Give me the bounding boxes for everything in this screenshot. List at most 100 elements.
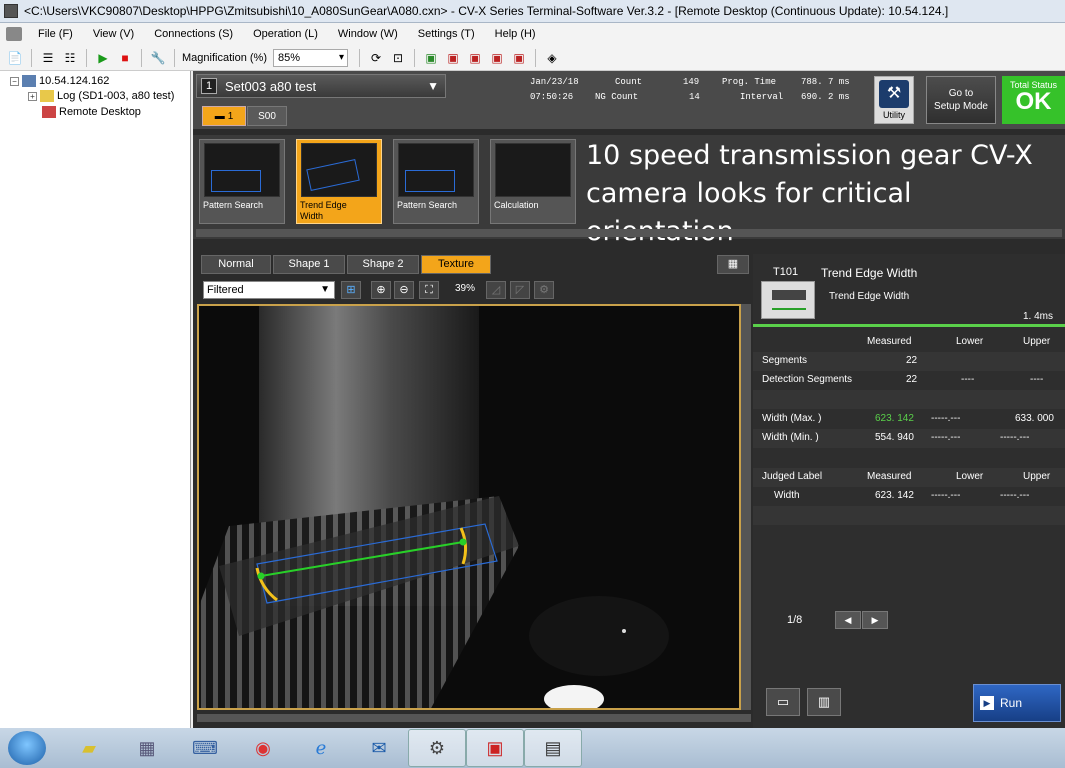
image-horizontal-scrollbar[interactable] (197, 714, 751, 722)
controller-icon[interactable]: ▤ (524, 729, 582, 767)
zoom-out-icon[interactable]: ⊖ (394, 281, 414, 299)
table-row: Width (Max. ) 623. 142 -----.--- 633. 00… (753, 410, 1065, 429)
tree-node-remote[interactable]: Remote Desktop (42, 106, 141, 118)
stop-icon[interactable]: ■ (116, 49, 134, 67)
result-header-row: Measured Lower Upper (753, 333, 1065, 352)
magnification-label: Magnification (%) (182, 51, 267, 64)
row-lower: -----.--- (931, 413, 961, 424)
view-tabs: Normal Shape 1 Shape 2 Texture ▦ (193, 253, 751, 277)
run-button[interactable]: ▶ Run (973, 684, 1061, 722)
utility-button[interactable]: ⚒ Utility (874, 76, 914, 124)
tool-label: Trend Edge Width (300, 200, 347, 221)
menu-file[interactable]: File (F) (28, 28, 83, 40)
utility-label: Utility (883, 110, 905, 120)
start-button[interactable] (8, 731, 46, 765)
sticky-notes-icon[interactable]: ▰ (60, 729, 118, 767)
menu-connections[interactable]: Connections (S) (144, 28, 243, 40)
tool-strip-scrollbar[interactable] (196, 229, 1062, 237)
setup-mode-button[interactable]: Go to Setup Mode (926, 76, 996, 124)
refresh-icon[interactable]: ⟳ (367, 49, 385, 67)
camera5-icon[interactable]: ▣ (510, 49, 528, 67)
tool-pattern-search-2[interactable]: Pattern Search (393, 139, 479, 224)
camera-image (199, 306, 739, 708)
table-row: Detection Segments 22 ---- ---- (753, 371, 1065, 390)
run-label: Run (1000, 696, 1023, 710)
tools-icon: ⚒ (879, 80, 909, 108)
play-icon[interactable]: ▶ (94, 49, 112, 67)
row-measured: 623. 142 (875, 490, 914, 501)
system-menu-icon[interactable] (6, 27, 22, 41)
row-upper: 633. 000 (1015, 413, 1054, 424)
next-page-button[interactable]: ▶ (862, 611, 888, 629)
tool-pattern-search-1[interactable]: Pattern Search (199, 139, 285, 224)
tool-calculation[interactable]: Calculation (490, 139, 576, 224)
calculator-icon[interactable]: ▦ (118, 729, 176, 767)
fit-view-icon[interactable]: ⊞ (341, 281, 361, 299)
menu-help[interactable]: Help (H) (485, 28, 546, 40)
tool-thumbnail (398, 143, 474, 197)
cvx-main-panel: 1 Set003 a80 test ▼ ▬ 1 S00 Jan/23/18 07… (193, 71, 1065, 728)
capture-icon[interactable]: ⊡ (389, 49, 407, 67)
graph-icon[interactable]: ◿ (486, 281, 506, 299)
tab-s00[interactable]: S00 (247, 106, 287, 126)
setup-mode-label: Go to Setup Mode (934, 88, 988, 112)
prev-page-button[interactable]: ◀ (835, 611, 861, 629)
set-number: 1 (201, 78, 217, 94)
outlook-icon[interactable]: ✉ (350, 729, 408, 767)
full-screen-icon[interactable]: ⛶ (419, 281, 439, 299)
row-upper: ---- (1030, 374, 1044, 385)
wrench-icon[interactable]: 🔧 (149, 49, 167, 67)
crop-icon[interactable]: ◸ (510, 281, 530, 299)
collapse-icon[interactable]: − (10, 76, 19, 86)
tree-node-root[interactable]: − 10.54.124.162 (10, 75, 109, 87)
settings-icon[interactable]: ⚙ (534, 281, 554, 299)
filter-select[interactable]: Filtered (203, 281, 335, 299)
layout-grid-icon[interactable]: ▦ (717, 255, 749, 274)
judged-header-row: Judged Label Measured Lower Upper (753, 468, 1065, 487)
menu-window[interactable]: Window (W) (328, 28, 408, 40)
tool-trend-edge-width[interactable]: Trend Edge Width (296, 139, 382, 224)
tool-thumbnail (495, 143, 571, 197)
tree-node-log[interactable]: + Log (SD1-003, a80 test) (28, 90, 174, 102)
image-vertical-scrollbar[interactable] (741, 304, 751, 710)
tab-shape-2[interactable]: Shape 2 (347, 255, 419, 274)
zoom-level: 39% (455, 283, 476, 294)
header-measured: Measured (867, 336, 912, 347)
program-set-select[interactable]: 1 Set003 a80 test ▼ (196, 74, 446, 98)
tool-subtitle: Trend Edge Width (829, 291, 910, 302)
row-measured: 554. 940 (875, 432, 914, 443)
settings-list-icon[interactable]: ☰ (39, 49, 57, 67)
header-upper: Upper (1023, 336, 1051, 347)
camera1-icon[interactable]: ▣ (422, 49, 440, 67)
page-indicator: 1/8 (787, 614, 803, 626)
tab-camera-1[interactable]: ▬ 1 (202, 106, 246, 126)
magnification-select[interactable]: 85% (272, 48, 348, 67)
remote-desktop-icon (42, 106, 56, 118)
keyboard-icon[interactable]: ⌨ (176, 729, 234, 767)
graph-view-button[interactable]: ▥ (807, 688, 841, 716)
new-connection-icon[interactable]: 📄 (6, 49, 24, 67)
chrome-icon[interactable]: ◉ (234, 729, 292, 767)
camera2-icon[interactable]: ▣ (444, 49, 462, 67)
menu-settings[interactable]: Settings (T) (408, 28, 485, 40)
prog-time-label: Prog. Time (722, 77, 777, 87)
tab-normal[interactable]: Normal (201, 255, 271, 274)
cvx-terminal-icon[interactable]: ▣ (466, 729, 524, 767)
camera-app-icon[interactable]: ⚙ (408, 729, 466, 767)
camera4-icon[interactable]: ▣ (488, 49, 506, 67)
camera3-icon[interactable]: ▣ (466, 49, 484, 67)
internet-explorer-icon[interactable]: ℯ (292, 729, 350, 767)
camera-image-view[interactable] (197, 304, 741, 710)
tab-texture[interactable]: Texture (421, 255, 491, 274)
expand-icon[interactable]: + (28, 91, 37, 101)
folder-icon (40, 90, 54, 102)
row-measured: 22 (906, 355, 918, 366)
palette-icon[interactable]: ◈ (543, 49, 561, 67)
menu-view[interactable]: View (V) (83, 28, 144, 40)
menu-operation[interactable]: Operation (L) (243, 28, 328, 40)
zoom-in-icon[interactable]: ⊕ (371, 281, 391, 299)
row-label: Detection Segments (762, 374, 853, 385)
tab-shape-1[interactable]: Shape 1 (273, 255, 345, 274)
settings-compare-icon[interactable]: ☷ (61, 49, 79, 67)
list-view-button[interactable]: ▭ (766, 688, 800, 716)
